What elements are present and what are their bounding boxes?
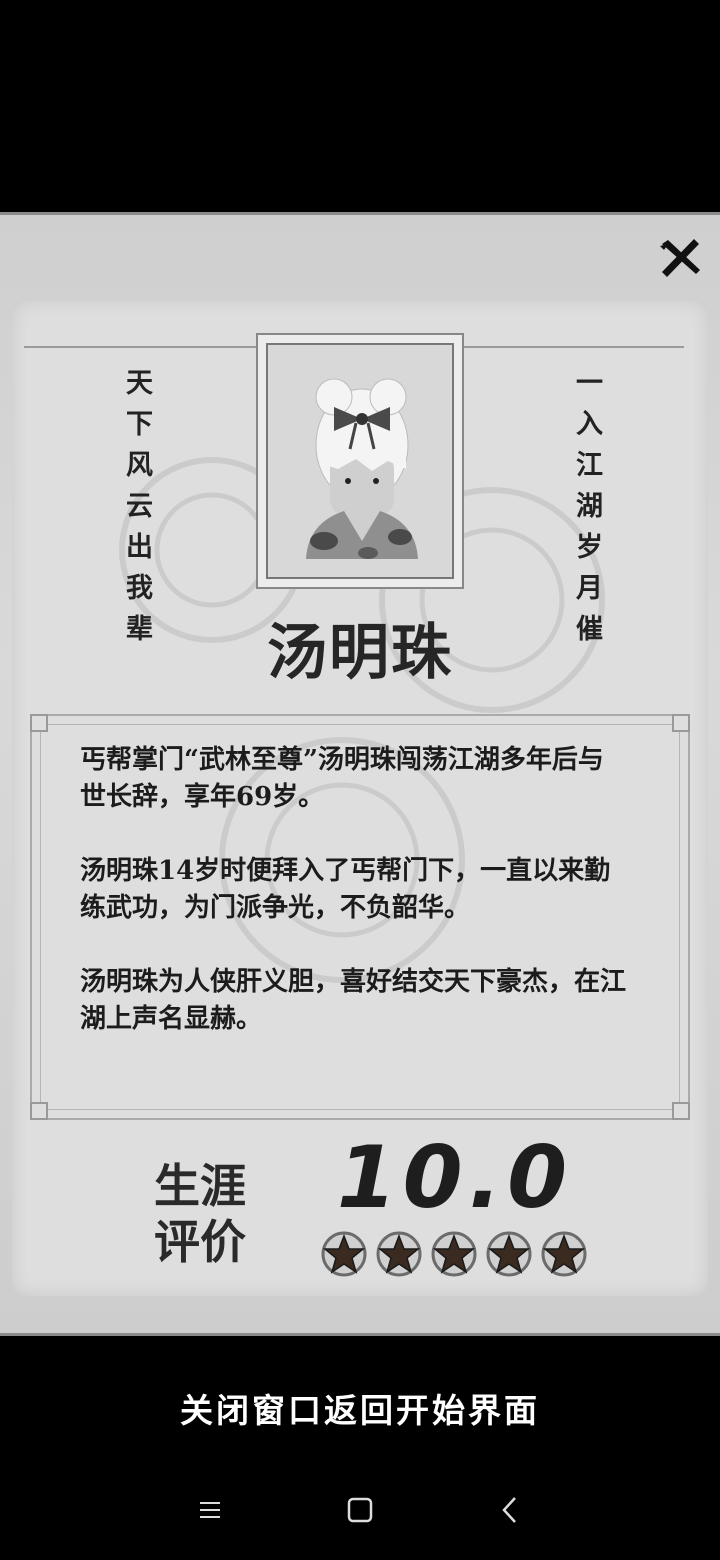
star-icon <box>376 1231 422 1277</box>
close-button[interactable] <box>658 236 702 280</box>
biography-text: 丐帮掌门“武林至尊”汤明珠闯荡江湖多年后与世长辞，享年69岁。 汤明珠14岁时便… <box>80 742 628 1075</box>
return-to-start-button[interactable]: 关闭窗口返回开始界面 <box>100 1384 620 1432</box>
nav-back-button[interactable] <box>490 1490 530 1530</box>
right-verse: 一入江湖岁月催 <box>571 368 602 655</box>
corner-ornament <box>672 714 690 732</box>
career-label-line-2: 评价 <box>154 1215 246 1269</box>
star-icon <box>541 1231 587 1277</box>
portrait <box>266 343 454 579</box>
corner-ornament <box>30 714 48 732</box>
career-rating-label: 生涯 评价 <box>140 1158 260 1270</box>
star-rating <box>320 1230 600 1282</box>
career-score: 10.0 <box>336 1128 574 1228</box>
character-avatar-icon <box>306 378 418 559</box>
bio-paragraph-3: 汤明珠为人侠肝义胆，喜好结交天下豪杰，在江湖上声名显赫。 <box>80 967 627 1034</box>
home-square-icon <box>347 1497 373 1523</box>
back-chevron-icon <box>502 1497 516 1523</box>
nav-menu-button[interactable] <box>190 1490 230 1530</box>
character-name: 汤明珠 <box>267 618 453 688</box>
career-label-line-1: 生涯 <box>154 1159 246 1213</box>
nav-home-button[interactable] <box>340 1490 380 1530</box>
star-icon <box>486 1231 532 1277</box>
menu-icon <box>200 1502 220 1518</box>
star-icon <box>321 1231 367 1277</box>
left-verse: 天下风云出我辈 <box>121 368 152 655</box>
star-icon <box>431 1231 477 1277</box>
corner-ornament <box>672 1102 690 1120</box>
close-x-brush-icon <box>660 239 700 277</box>
portrait-frame <box>256 333 464 589</box>
bio-paragraph-2: 汤明珠14岁时便拜入了丐帮门下，一直以来勤练武功，为门派争光，不负韶华。 <box>80 856 611 923</box>
bio-paragraph-1: 丐帮掌门“武林至尊”汤明珠闯荡江湖多年后与世长辞，享年69岁。 <box>80 745 604 812</box>
corner-ornament <box>30 1102 48 1120</box>
